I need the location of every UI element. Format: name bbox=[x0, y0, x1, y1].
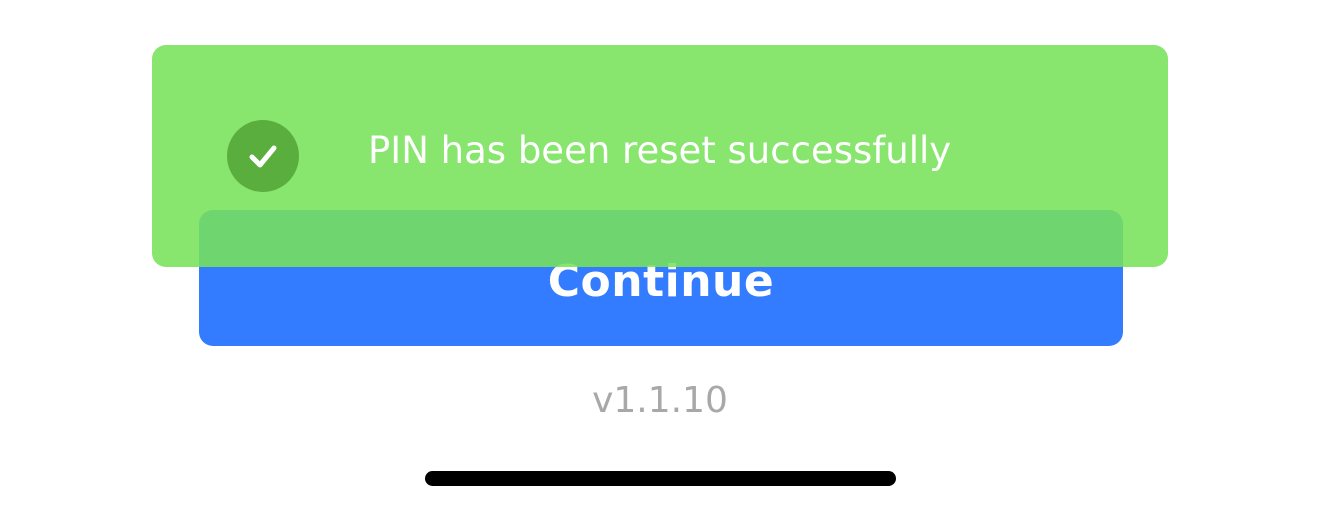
success-toast[interactable]: PIN has been reset successfully bbox=[152, 45, 1168, 267]
app-screen: Continue v1.1.10 PIN has been reset succ… bbox=[0, 0, 1320, 510]
app-version-label: v1.1.10 bbox=[592, 380, 728, 421]
checkmark-icon bbox=[249, 145, 277, 168]
home-indicator[interactable] bbox=[425, 471, 896, 486]
check-circle-icon bbox=[227, 120, 299, 192]
toast-message: PIN has been reset successfully bbox=[368, 129, 952, 172]
